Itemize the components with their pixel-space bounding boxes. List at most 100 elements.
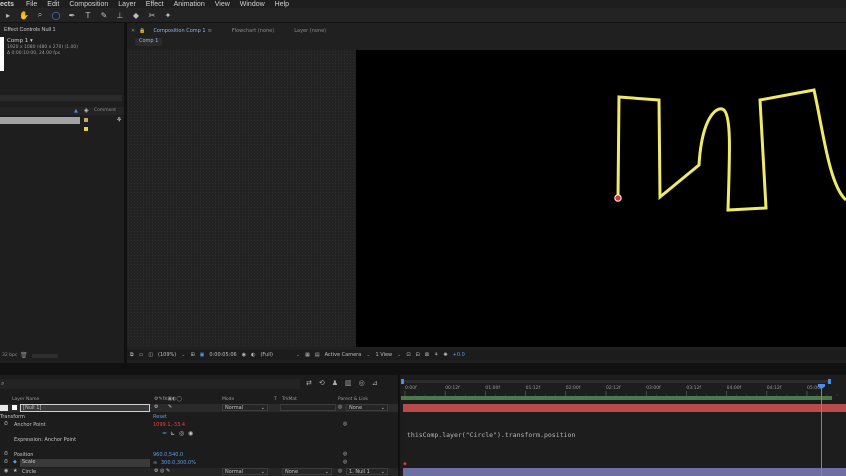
playhead-line[interactable] xyxy=(818,384,825,476)
anchor-point-value[interactable]: 1099.1,-33.4 xyxy=(153,422,185,428)
bpc-label[interactable]: 32 bpc xyxy=(2,353,17,358)
menu-item-composition[interactable]: Composition xyxy=(69,1,108,8)
expression-code-field[interactable]: thisComp.layer("Circle").transform.posit… xyxy=(407,431,575,439)
pickwhip-icon[interactable]: ◎ xyxy=(338,468,342,474)
magnification-dropdown[interactable]: (109%) xyxy=(158,352,176,358)
tab-menu-icon[interactable]: ≡ xyxy=(208,28,212,34)
comment-column-header[interactable]: Comment xyxy=(94,108,116,113)
trkmat-column-header[interactable]: TrkMat xyxy=(282,397,297,402)
effect-controls-title[interactable]: Effect Controls Null 1 xyxy=(4,27,56,33)
show-channel-icon[interactable]: ◐ xyxy=(251,352,255,358)
mask-visibility-icon[interactable]: ◫ xyxy=(148,352,153,358)
null1-layer-bar[interactable] xyxy=(403,404,846,412)
position-value[interactable]: 960.0,540.0 xyxy=(153,452,183,458)
timeline-icon[interactable]: ⊠ xyxy=(425,352,429,358)
scale-row[interactable]: ⏱ ◆ Scale ∞ 300.0,300.0% ◎ xyxy=(0,459,398,467)
menu-item-animation[interactable]: Animation xyxy=(174,1,205,8)
anchor-keyframe-nav-icon[interactable]: ◎ xyxy=(343,421,347,427)
yellow-stroke-path[interactable] xyxy=(616,88,846,212)
timeline-search-input[interactable]: ⌕ xyxy=(0,379,300,389)
layer-row-null1[interactable]: [Null 1] ⚙ ✎ Normal ⌄ ◎ None ⌄ xyxy=(0,404,398,412)
snapshot-camera-icon[interactable]: ◉ xyxy=(242,352,246,358)
null-origin-handle[interactable] xyxy=(614,194,622,202)
clone-stamp-tool-icon[interactable]: ⊥ xyxy=(115,11,125,20)
menu-item-effect[interactable]: Effect xyxy=(146,1,164,8)
menu-item-app[interactable]: ects xyxy=(0,1,14,8)
project-scrollbar[interactable] xyxy=(32,354,58,358)
comp-breadcrumb[interactable]: Comp 1 xyxy=(135,38,163,46)
menu-item-file[interactable]: File xyxy=(26,1,37,8)
roto-brush-tool-icon[interactable]: ✂ xyxy=(147,11,157,20)
mode-dropdown-circle[interactable]: Normal ⌄ xyxy=(222,468,268,475)
composition-mini-flowchart-icon[interactable]: ⇄ xyxy=(306,379,312,387)
graph-editor-icon[interactable]: ⊿ xyxy=(372,379,378,387)
frame-blending-icon[interactable]: ▥ xyxy=(345,379,352,387)
menu-item-view[interactable]: View xyxy=(215,1,230,8)
timeline-graph-area[interactable]: 0:00f 00:12f 01:00f 01:12f 02:00f 02:12f 03:00… xyxy=(401,375,846,476)
trkmat-dropdown-null1[interactable] xyxy=(280,404,336,411)
project-item-selected[interactable] xyxy=(0,117,80,124)
pen-tool-icon[interactable]: ✒ xyxy=(67,11,77,20)
menu-item-help[interactable]: Help xyxy=(275,1,289,8)
scale-keyframe-icon[interactable]: ◆ xyxy=(403,461,407,467)
anchor-point-row[interactable]: ⏱ Anchor Point 1099.1,-33.4 ◎ xyxy=(0,421,398,429)
transform-label[interactable]: Transform xyxy=(0,414,25,420)
t-column-header[interactable]: T xyxy=(274,397,277,402)
timeline-split-divider[interactable] xyxy=(398,375,400,476)
composition-canvas[interactable] xyxy=(356,50,846,347)
position-keyframe-nav-icon[interactable]: ◎ xyxy=(343,451,347,457)
project-search-bar[interactable] xyxy=(0,95,122,101)
resolution-dropdown[interactable]: (Full) xyxy=(260,352,272,358)
layer-name-column-header[interactable]: Layer Name xyxy=(12,397,39,402)
stopwatch-icon[interactable]: ⏱ xyxy=(4,459,8,465)
stopwatch-icon[interactable]: ⏱ xyxy=(4,451,8,457)
close-tab-icon[interactable]: ✕ xyxy=(131,28,135,34)
region-of-interest-icon[interactable]: ▣ xyxy=(200,352,205,358)
null-pen-switch-icon[interactable]: ✎ xyxy=(168,404,172,410)
parent-dropdown-circle[interactable]: 1. Null 1 ⌄ xyxy=(346,468,388,475)
sort-ascending-icon[interactable]: ▲ xyxy=(74,108,78,114)
scale-value[interactable]: 300.0,300.0% xyxy=(161,460,196,466)
views-chevron-icon[interactable]: ⌄ xyxy=(397,352,401,358)
hand-tool-icon[interactable]: ✋ xyxy=(19,11,29,20)
layer-name-field[interactable]: [Null 1] xyxy=(20,404,150,412)
puppet-tool-icon[interactable]: ✦ xyxy=(163,11,173,20)
brush-tool-icon[interactable]: ✎ xyxy=(99,11,109,20)
trash-icon[interactable]: 🗑 xyxy=(20,352,28,359)
ellipse-tool-icon[interactable]: ◯ xyxy=(51,11,61,20)
draft-3d-icon[interactable]: ⟲ xyxy=(319,379,325,387)
transparency-grid-icon[interactable]: ▦ xyxy=(305,352,310,358)
eraser-tool-icon[interactable]: ◆ xyxy=(131,11,141,20)
null-switch-icon[interactable]: ⚙ xyxy=(154,404,158,410)
pickwhip-icon[interactable]: ◎ xyxy=(338,404,342,410)
camera-view-dropdown[interactable]: Active Camera xyxy=(325,352,362,358)
motion-blur-icon[interactable]: ◎ xyxy=(359,379,365,387)
trkmat-dropdown-circle[interactable]: None ⌄ xyxy=(282,468,332,475)
scale-keyframe-nav-icon[interactable]: ◎ xyxy=(343,459,347,465)
layer-visibility-icon[interactable] xyxy=(0,405,8,411)
toggle-3d-icon[interactable]: ▤ xyxy=(315,352,320,358)
menu-item-window[interactable]: Window xyxy=(240,1,265,8)
exposure-value[interactable]: +0.0 xyxy=(453,352,465,358)
comp-name-label[interactable]: Comp 1 ▾ xyxy=(7,38,33,44)
transform-reset-link[interactable]: Reset xyxy=(153,414,167,420)
transform-group-row[interactable]: Transform Reset xyxy=(0,413,398,421)
mode-column-header[interactable]: Mode xyxy=(222,397,234,402)
flowchart-view-icon[interactable]: ⚘ xyxy=(434,352,438,358)
flowchart-icon[interactable]: ⚘ xyxy=(116,116,122,124)
zoom-chevron-icon[interactable]: ⌄ xyxy=(181,352,185,358)
camera-chevron-icon[interactable]: ⌄ xyxy=(366,352,370,358)
tab-flowchart[interactable]: Flowchart (none) xyxy=(232,28,274,34)
layer-row-circle[interactable]: ◉ ★ Circle ⚙ ◎ ✎ Normal ⌄ None ⌄ ◎ 1. Nu… xyxy=(0,468,398,476)
toggle-pixel-aspect-icon[interactable]: ⊡ xyxy=(406,352,410,358)
lock-icon[interactable]: 🔒 xyxy=(139,28,145,34)
tab-composition-comp1[interactable]: Composition Comp 1 xyxy=(153,28,205,34)
work-area-bar[interactable] xyxy=(401,396,832,400)
position-row[interactable]: ⏱ Position 960.0,540.0 ◎ xyxy=(0,451,398,459)
circle-switches-icon[interactable]: ⚙ ◎ ✎ xyxy=(154,468,170,474)
fast-preview-icon[interactable]: ⊟ xyxy=(416,352,420,358)
exposure-icon[interactable]: ✺ xyxy=(443,352,447,358)
tab-layer[interactable]: Layer (none) xyxy=(294,28,326,34)
circle-layer-name[interactable]: Circle xyxy=(22,469,36,475)
menu-item-edit[interactable]: Edit xyxy=(47,1,59,8)
